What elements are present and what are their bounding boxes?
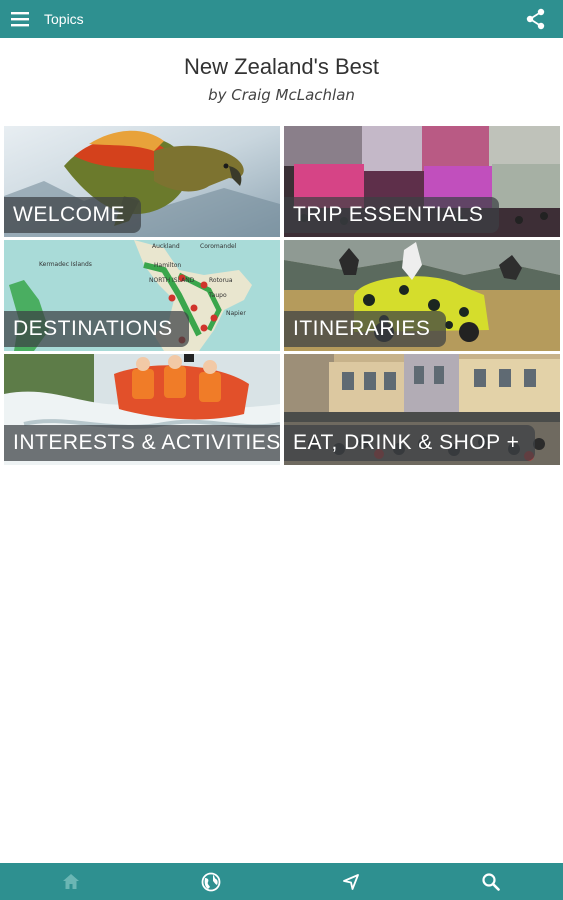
- map-label: NORTH ISLAND: [149, 277, 195, 284]
- nav-search-button[interactable]: [451, 863, 531, 900]
- nav-navigate-button[interactable]: [311, 863, 391, 900]
- tile-eat-drink-shop[interactable]: EAT, DRINK & SHOP +: [284, 354, 560, 465]
- menu-icon[interactable]: [10, 10, 30, 28]
- app-bar-title: Topics: [44, 11, 84, 27]
- tile-welcome[interactable]: WELCOME: [4, 126, 280, 237]
- search-icon: [482, 872, 500, 891]
- nav-globe-button[interactable]: [171, 863, 251, 900]
- map-label: Auckland: [152, 243, 180, 250]
- nav-home-button[interactable]: [31, 863, 111, 900]
- book-header: New Zealand's Best by Craig McLachlan: [0, 52, 563, 106]
- book-title: New Zealand's Best: [184, 54, 379, 79]
- tile-interests-activities[interactable]: INTERESTS & ACTIVITIES: [4, 354, 280, 465]
- tile-label: DESTINATIONS: [4, 311, 189, 347]
- tile-destinations[interactable]: Auckland Coromandel Hamilton NORTH ISLAN…: [4, 240, 280, 351]
- map-label: Rotorua: [209, 277, 233, 284]
- home-icon: [63, 873, 79, 889]
- tile-trip-essentials[interactable]: TRIP ESSENTIALS: [284, 126, 560, 237]
- globe-icon: [201, 872, 221, 891]
- navigate-icon: [343, 873, 359, 890]
- tile-label: EAT, DRINK & SHOP +: [284, 425, 536, 461]
- map-label: Taupo: [208, 292, 227, 299]
- book-author: by Craig McLachlan: [208, 86, 355, 104]
- map-label: Kermadec Islands: [39, 261, 92, 268]
- tile-label: ITINERARIES: [284, 311, 447, 347]
- tile-label: TRIP ESSENTIALS: [284, 197, 500, 233]
- tile-label: WELCOME: [4, 197, 142, 233]
- map-label: Hamilton: [154, 262, 181, 269]
- bottom-nav-bar: [0, 863, 563, 900]
- share-icon[interactable]: [525, 8, 547, 30]
- map-label: Napier: [226, 310, 246, 317]
- top-app-bar: Topics: [0, 0, 563, 38]
- tile-label: INTERESTS & ACTIVITIES: [4, 425, 280, 461]
- map-label: Coromandel: [200, 243, 237, 250]
- tile-itineraries[interactable]: ITINERARIES: [284, 240, 560, 351]
